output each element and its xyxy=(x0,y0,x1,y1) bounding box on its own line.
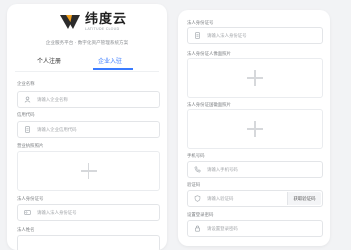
legal-id-label: 法人身份证号 xyxy=(187,21,214,26)
id-back-upload[interactable] xyxy=(187,109,323,149)
verify-code-label: 验证码 xyxy=(187,183,201,188)
legal-id-placeholder: 请输入法人身份证号 xyxy=(207,33,247,39)
brand-logo-icon xyxy=(60,15,80,30)
company-name-placeholder: 请输入企业名称 xyxy=(37,97,68,103)
company-registration-panel-continued: 法人身份证号 请输入法人身份证号 法人身份证人像面照片 法人身份证国徽面照片 手… xyxy=(178,10,330,246)
legal-id-input[interactable]: 请输入法人身份证号 xyxy=(187,27,323,44)
verify-code-placeholder: 请输入验证码 xyxy=(207,196,234,202)
tab-company-register[interactable]: 企业入驻 xyxy=(98,56,122,65)
registration-screens: 纬度云 LATITUDE CLOUD 企业服务平台 · 数字化资产管理系统方案 … xyxy=(0,0,351,250)
phone-icon xyxy=(194,166,201,173)
password-label: 设置登录密码 xyxy=(187,213,214,218)
tabs-divider xyxy=(15,71,159,72)
legal-name-label: 法人姓名 xyxy=(17,228,35,233)
license-label: 营业执照照片 xyxy=(17,144,44,149)
phone-label: 手机号码 xyxy=(187,154,205,159)
register-tabs: 个人注册 企业入驻 xyxy=(7,56,167,70)
get-verify-code-button[interactable]: 获取验证码 xyxy=(287,192,321,205)
phone-input[interactable]: 请输入手机号码 xyxy=(187,161,323,178)
document-icon xyxy=(195,32,200,39)
credit-code-label: 信用代码 xyxy=(17,113,35,118)
legal-id-number-label: 法人身份证号 xyxy=(17,197,44,202)
phone-placeholder: 请输入手机号码 xyxy=(207,167,238,173)
brand-name: 纬度云 xyxy=(85,12,128,27)
legal-name-input[interactable] xyxy=(17,235,160,250)
id-front-upload[interactable] xyxy=(187,58,323,98)
license-upload[interactable] xyxy=(17,151,160,191)
lock-icon xyxy=(195,225,200,232)
id-back-label: 法人身份证国徽面照片 xyxy=(187,103,231,108)
id-front-label: 法人身份证人像面照片 xyxy=(187,52,231,57)
company-registration-panel: 纬度云 LATITUDE CLOUD 企业服务平台 · 数字化资产管理系统方案 … xyxy=(7,4,167,250)
password-input[interactable]: 请设置登录密码 xyxy=(187,220,323,237)
company-name-input[interactable]: 请输入企业名称 xyxy=(17,91,160,108)
shield-icon xyxy=(194,195,201,202)
password-placeholder: 请设置登录密码 xyxy=(207,226,238,232)
document-icon xyxy=(25,126,30,133)
brand-logo: 纬度云 LATITUDE CLOUD xyxy=(59,13,127,32)
credit-code-input[interactable]: 请输入企业信用代码 xyxy=(17,121,160,138)
legal-id-number-input[interactable]: 请输入法人身份证号 xyxy=(17,204,160,221)
legal-id-number-placeholder: 请输入法人身份证号 xyxy=(37,210,77,216)
brand-name-en: LATITUDE CLOUD xyxy=(85,27,120,31)
verify-code-input[interactable]: 请输入验证码 获取验证码 xyxy=(187,190,323,207)
id-card-icon xyxy=(24,210,31,215)
credit-code-placeholder: 请输入企业信用代码 xyxy=(37,127,77,133)
user-icon xyxy=(24,96,31,103)
active-tab-indicator xyxy=(93,68,133,70)
slogan: 企业服务平台 · 数字化资产管理系统方案 xyxy=(45,41,129,46)
company-name-label: 企业名称 xyxy=(17,82,35,87)
tab-personal-register[interactable]: 个人注册 xyxy=(37,56,61,65)
